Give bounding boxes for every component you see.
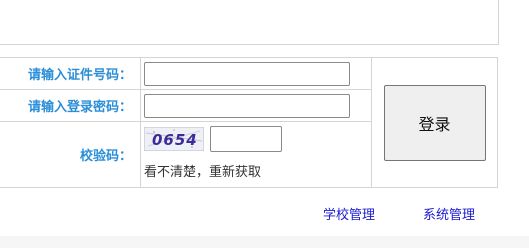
password-input[interactable] xyxy=(144,93,350,118)
login-form: 请输入证件号码： 登录 请输入登录密码： 校验码： 0654 看不清楚，重新获取 xyxy=(0,57,498,188)
cert-number-label: 请输入证件号码： xyxy=(0,57,141,90)
password-label: 请输入登录密码： xyxy=(0,89,141,122)
refresh-captcha-link[interactable]: 看不清楚，重新获取 xyxy=(144,161,371,180)
cert-number-cell xyxy=(140,57,372,90)
password-cell xyxy=(140,89,372,122)
login-button-cell: 登录 xyxy=(371,57,498,188)
captcha-cell: 0654 看不清楚，重新获取 xyxy=(140,121,372,188)
captcha-image[interactable]: 0654 xyxy=(144,126,204,151)
captcha-code: 0654 xyxy=(152,131,198,149)
bottom-strip xyxy=(0,236,529,248)
system-admin-link[interactable]: 系统管理 xyxy=(423,204,475,223)
captcha-label: 校验码： xyxy=(0,121,141,188)
school-admin-link[interactable]: 学校管理 xyxy=(323,204,375,223)
cert-number-input[interactable] xyxy=(144,61,350,86)
login-button[interactable]: 登录 xyxy=(383,84,486,161)
top-panel xyxy=(0,0,499,45)
captcha-input[interactable] xyxy=(210,125,282,152)
